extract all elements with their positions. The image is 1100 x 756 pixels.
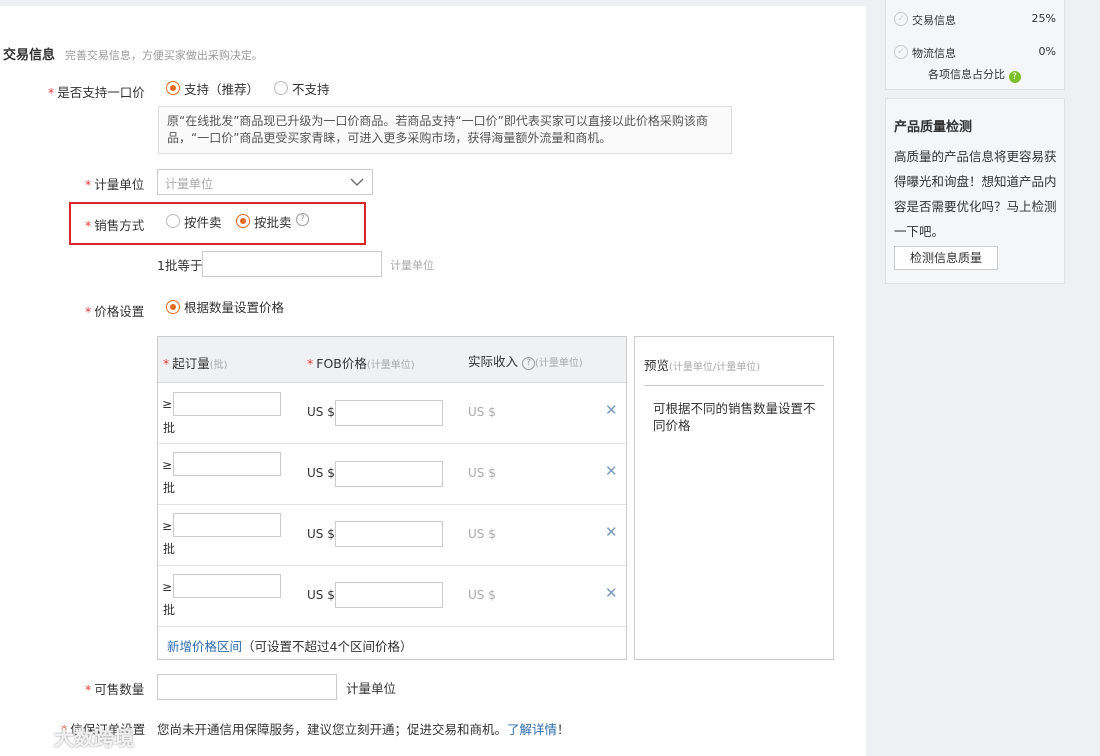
row-unit: 批 bbox=[163, 421, 176, 435]
trade-info-panel: 交易信息 完善交易信息，方便买家做出采购决定。 * 是否支持一口价 支持（推荐） … bbox=[0, 6, 866, 756]
price-preview-panel: 预览(计量单位/计量单位) 可根据不同的销售数量设置不同价格 bbox=[634, 336, 834, 660]
close-icon[interactable]: ✕ bbox=[605, 584, 618, 602]
header-actual-income: 实际收入 ? (计量单位) bbox=[468, 354, 583, 370]
actual-income-value: US $ bbox=[468, 588, 496, 602]
header-min-order: * 起订量(批) bbox=[163, 356, 228, 371]
min-order-input[interactable] bbox=[173, 392, 281, 416]
fob-price-input[interactable] bbox=[335, 461, 443, 487]
one-price-tip: 原“在线批发”商品现已升级为一口价商品。若商品支持“一口价”即代表买家可以直接以… bbox=[158, 106, 732, 154]
ge-symbol: ≥ bbox=[162, 397, 173, 411]
unit-select-placeholder: 计量单位 bbox=[165, 177, 214, 191]
price-row: ≥ 批 US $ US $ ✕ bbox=[158, 566, 626, 626]
actual-income-value: US $ bbox=[468, 405, 496, 419]
batch-equals-label: 1批等于 bbox=[157, 258, 203, 273]
row-unit: 批 bbox=[163, 481, 176, 495]
add-price-range-link[interactable]: 新增价格区间 bbox=[167, 639, 242, 654]
add-price-range: 新增价格区间（可设置不超过4个区间价格） bbox=[167, 636, 412, 655]
fob-price-input[interactable] bbox=[335, 521, 443, 547]
income-help-icon[interactable]: ? bbox=[522, 357, 535, 370]
price-row: ≥ 批 US $ US $ ✕ bbox=[158, 505, 626, 565]
one-price-label: * 是否支持一口价 bbox=[48, 85, 145, 100]
batch-unit-label: 计量单位 bbox=[390, 259, 434, 272]
row-unit: 批 bbox=[163, 603, 176, 617]
check-quality-button[interactable]: 检测信息质量 bbox=[894, 246, 998, 270]
check-icon: ✓ bbox=[894, 12, 908, 26]
close-icon[interactable]: ✕ bbox=[605, 401, 618, 419]
currency-label: US $ bbox=[307, 405, 335, 419]
sale-by-batch-label[interactable]: 按批卖 bbox=[254, 212, 292, 231]
batch-quantity-input[interactable] bbox=[202, 251, 382, 277]
ge-symbol: ≥ bbox=[162, 580, 173, 594]
add-price-range-note: （可设置不超过4个区间价格） bbox=[242, 639, 413, 654]
credit-notice: 您尚未开通信用保障服务，建议您立刻开通；促进交易和商机。了解详情！ bbox=[157, 722, 570, 737]
watermark-text: 大数跨境 bbox=[54, 726, 134, 750]
progress-percent: 0% bbox=[1038, 45, 1056, 58]
ge-symbol: ≥ bbox=[162, 519, 173, 533]
price-row: ≥ 批 US $ US $ ✕ bbox=[158, 444, 626, 504]
one-price-yes-label[interactable]: 支持（推荐） bbox=[184, 79, 259, 98]
preview-divider bbox=[644, 385, 824, 386]
help-icon[interactable]: ? bbox=[296, 211, 309, 226]
progress-panel: ✓ 交易信息 25% ✓ 物流信息 0% 各项信息占分比 ? bbox=[885, 0, 1065, 90]
fob-price-input[interactable] bbox=[335, 400, 443, 426]
currency-label: US $ bbox=[307, 466, 335, 480]
quality-title: 产品质量检测 bbox=[894, 120, 973, 135]
check-icon: ✓ bbox=[894, 45, 908, 59]
sale-method-label: * 销售方式 bbox=[85, 218, 145, 233]
ratio-label: 各项信息占分比 ? bbox=[928, 66, 1021, 83]
section-header: 交易信息 完善交易信息，方便买家做出采购决定。 bbox=[3, 44, 263, 63]
sale-by-batch-radio[interactable] bbox=[236, 214, 250, 228]
stock-label: * 可售数量 bbox=[85, 682, 145, 697]
row-unit: 批 bbox=[163, 542, 176, 556]
price-by-quantity-label[interactable]: 根据数量设置价格 bbox=[184, 297, 284, 316]
stock-quantity-input[interactable] bbox=[157, 674, 337, 700]
min-order-input[interactable] bbox=[173, 452, 281, 476]
preview-text: 可根据不同的销售数量设置不同价格 bbox=[653, 401, 816, 433]
stock-unit-label: 计量单位 bbox=[346, 681, 397, 696]
one-price-yes-radio[interactable] bbox=[166, 81, 180, 95]
min-order-input[interactable] bbox=[173, 574, 281, 598]
header-fob-price: * FOB价格(计量单位) bbox=[307, 356, 415, 371]
fob-price-input[interactable] bbox=[335, 582, 443, 608]
unit-select[interactable]: 计量单位 bbox=[157, 169, 373, 195]
min-order-input[interactable] bbox=[173, 513, 281, 537]
watermark-logo-icon bbox=[7, 724, 47, 746]
price-table: * 起订量(批) * FOB价格(计量单位) 实际收入 ? (计量单位) ≥ 批 US… bbox=[157, 336, 627, 660]
one-price-no-radio[interactable] bbox=[274, 81, 288, 95]
preview-title: 预览(计量单位/计量单位) bbox=[644, 358, 761, 373]
section-title: 交易信息 bbox=[3, 48, 56, 63]
actual-income-value: US $ bbox=[468, 527, 496, 541]
ge-symbol: ≥ bbox=[162, 458, 173, 472]
quality-check-panel: 产品质量检测 高质量的产品信息将更容易获得曝光和询盘！想知道产品内容是否需要优化… bbox=[885, 98, 1065, 284]
currency-label: US $ bbox=[307, 527, 335, 541]
price-row: ≥ 批 US $ US $ ✕ bbox=[158, 383, 626, 443]
price-by-quantity-radio[interactable] bbox=[166, 300, 180, 314]
close-icon[interactable]: ✕ bbox=[605, 523, 618, 541]
ratio-help-icon[interactable]: ? bbox=[1008, 71, 1021, 83]
progress-label: 交易信息 bbox=[912, 14, 956, 27]
close-icon[interactable]: ✕ bbox=[605, 462, 618, 480]
progress-label: 物流信息 bbox=[912, 47, 956, 60]
chevron-down-icon bbox=[350, 178, 364, 186]
quality-text: 高质量的产品信息将更容易获得曝光和询盘！想知道产品内容是否需要优化吗？马上检测一… bbox=[894, 149, 1057, 239]
sale-by-piece-radio[interactable] bbox=[166, 214, 180, 228]
actual-income-value: US $ bbox=[468, 466, 496, 480]
section-subtitle: 完善交易信息，方便买家做出采购决定。 bbox=[64, 49, 263, 62]
progress-percent: 25% bbox=[1031, 12, 1056, 25]
sale-by-piece-label[interactable]: 按件卖 bbox=[184, 212, 222, 231]
unit-label: * 计量单位 bbox=[85, 177, 145, 192]
price-table-header: * 起订量(批) * FOB价格(计量单位) 实际收入 ? (计量单位) bbox=[158, 337, 626, 383]
price-label: * 价格设置 bbox=[85, 304, 145, 319]
row-divider bbox=[158, 626, 626, 627]
learn-more-link[interactable]: 了解详情 bbox=[507, 722, 557, 737]
one-price-no-label[interactable]: 不支持 bbox=[292, 79, 330, 98]
currency-label: US $ bbox=[307, 588, 335, 602]
